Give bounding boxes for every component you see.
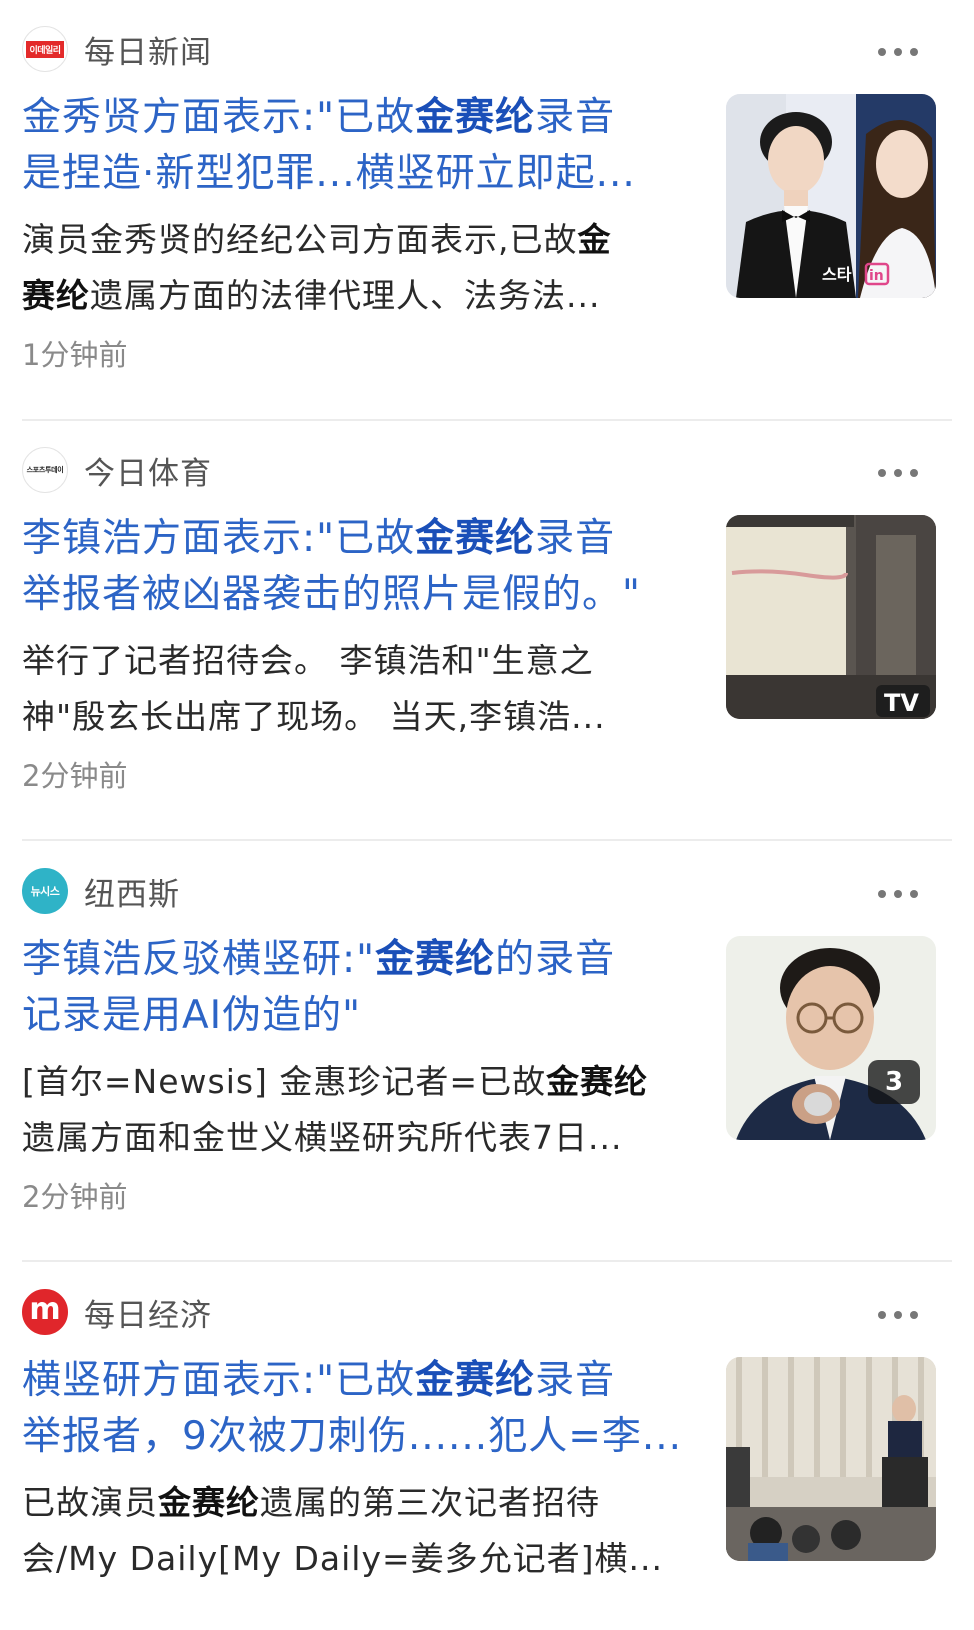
article-snippet: 举行了记者招待会。 李镇浩和"生意之 神"殷玄长出席了现场。 当天,李镇浩... bbox=[22, 641, 606, 736]
article-snippet: 已故演员金赛纶遗属的第三次记者招待 会/My Daily[My Daily=姜多… bbox=[22, 1483, 663, 1578]
timestamp: 1分钟前 bbox=[22, 338, 128, 372]
news-card[interactable]: 스포츠투데이 今日体育 李镇浩方面表示:"已故金赛纶录音 举报者被凶器袭击的照片… bbox=[0, 421, 974, 841]
photo-press-conference-icon bbox=[726, 1357, 936, 1561]
source-row[interactable]: 뉴시스 纽西斯 bbox=[22, 868, 180, 914]
more-options-icon[interactable] bbox=[878, 466, 918, 480]
source-logo: 뉴시스 bbox=[22, 868, 68, 914]
timestamp: 2分钟前 bbox=[22, 759, 128, 793]
photo-projection-screen-icon: TV bbox=[726, 515, 936, 719]
article-thumbnail[interactable]: 3 bbox=[726, 936, 936, 1140]
more-options-icon[interactable] bbox=[878, 45, 918, 59]
source-name[interactable]: 今日体育 bbox=[84, 448, 212, 493]
article-title[interactable]: 李镇浩反驳横竖研:"金赛纶的录音 记录是用AI伪造的" bbox=[22, 932, 682, 1044]
source-name[interactable]: 每日新闻 bbox=[84, 27, 212, 72]
more-options-icon[interactable] bbox=[878, 1308, 918, 1322]
news-card[interactable]: 이데일리 每日新闻 金秀贤方面表示:"已故金赛纶录音 是捏造·新型犯罪...横竖… bbox=[0, 0, 974, 420]
svg-text:스타: 스타 bbox=[822, 265, 852, 284]
timestamp: 2分钟前 bbox=[22, 1180, 128, 1214]
news-card[interactable]: m 每日经济 横竖研方面表示:"已故金赛纶录音 举报者，9次被刀刺伤......… bbox=[0, 1263, 974, 1630]
article-snippet: [首尔=Newsis] 金惠珍记者=已故金赛纶 遗属方面和金世义横竖研究所代表7… bbox=[22, 1062, 649, 1157]
divider bbox=[22, 839, 952, 841]
source-logo: m bbox=[22, 1289, 68, 1335]
article-snippet: 演员金秀贤的经纪公司方面表示,已故金 赛纶遗属方面的法律代理人、法务法... bbox=[22, 220, 612, 315]
article-thumbnail[interactable] bbox=[726, 1357, 936, 1561]
news-card[interactable]: 뉴시스 纽西斯 李镇浩反驳横竖研:"金赛纶的录音 记录是用AI伪造的" [首尔=… bbox=[0, 842, 974, 1262]
article-thumbnail[interactable]: TV bbox=[726, 515, 936, 719]
source-name[interactable]: 纽西斯 bbox=[84, 869, 180, 914]
source-logo: 스포츠투데이 bbox=[22, 447, 68, 493]
svg-text:TV: TV bbox=[884, 689, 919, 717]
source-name[interactable]: 每日经济 bbox=[84, 1290, 212, 1335]
article-title[interactable]: 横竖研方面表示:"已故金赛纶录音 举报者，9次被刀刺伤......犯人=李... bbox=[22, 1353, 682, 1465]
svg-text:in: in bbox=[869, 268, 884, 284]
source-row[interactable]: 이데일리 每日新闻 bbox=[22, 26, 212, 72]
source-row[interactable]: m 每日经济 bbox=[22, 1289, 212, 1335]
source-logo: 이데일리 bbox=[22, 26, 68, 72]
article-title[interactable]: 李镇浩方面表示:"已故金赛纶录音 举报者被凶器袭击的照片是假的。" bbox=[22, 511, 682, 623]
source-row[interactable]: 스포츠투데이 今日体育 bbox=[22, 447, 212, 493]
more-options-icon[interactable] bbox=[878, 887, 918, 901]
photo-man-speaking-icon bbox=[726, 936, 936, 1140]
divider bbox=[22, 1260, 952, 1262]
article-title[interactable]: 金秀贤方面表示:"已故金赛纶录音 是捏造·新型犯罪...横竖研立即起... bbox=[22, 90, 682, 202]
photo-two-actors-icon: 스타 in bbox=[726, 94, 936, 298]
article-thumbnail[interactable]: 스타 in bbox=[726, 94, 936, 298]
photo-count-badge: 3 bbox=[868, 1060, 920, 1104]
